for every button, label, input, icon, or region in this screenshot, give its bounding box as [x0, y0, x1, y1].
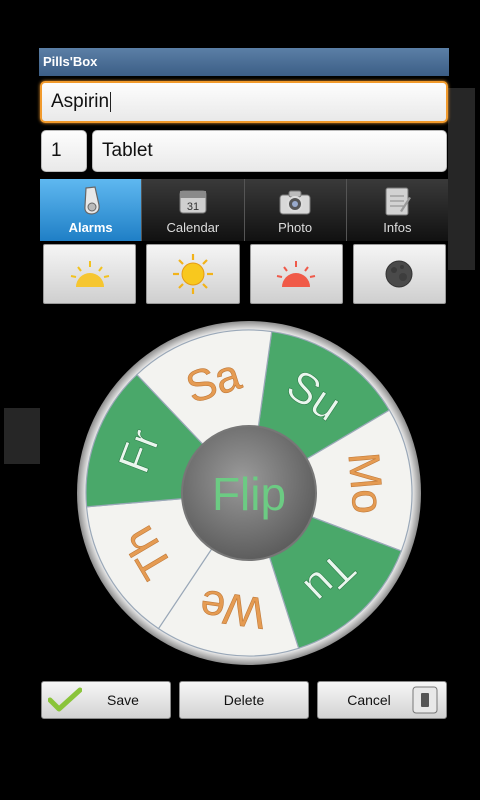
day-label-we: We [197, 580, 268, 638]
unit-value: Tablet [102, 140, 153, 161]
calendar-day: 31 [187, 201, 199, 213]
check-icon [48, 687, 82, 712]
save-label: Save [107, 692, 139, 708]
unit-input[interactable]: Tablet [92, 130, 447, 172]
sunset-icon [276, 261, 316, 287]
camera-icon [279, 190, 311, 215]
calendar-icon: 31 [179, 190, 207, 214]
tab-alarms[interactable]: Alarms [40, 179, 143, 241]
cancel-button[interactable]: Cancel [317, 681, 447, 719]
phone-icon [412, 686, 438, 714]
delete-label: Delete [223, 692, 265, 708]
tab-label: Infos [383, 220, 412, 235]
quantity-value: 1 [51, 140, 62, 161]
quantity-input[interactable]: 1 [41, 130, 87, 172]
tab-infos[interactable]: Infos [346, 179, 448, 241]
delete-button[interactable]: Delete [179, 681, 309, 719]
action-bar: Save Delete Cancel [40, 681, 448, 719]
night-button[interactable] [352, 244, 446, 304]
save-button[interactable]: Save [41, 681, 171, 719]
tab-calendar[interactable]: 31 Calendar [142, 179, 245, 241]
tab-photo[interactable]: Photo [244, 179, 347, 241]
morning-button[interactable] [43, 244, 137, 304]
day-wheel: SuMoTuWeThFrSa Flip [77, 321, 421, 665]
background-shadow [448, 88, 475, 270]
medicine-name-input[interactable]: Aspirin [40, 81, 448, 123]
evening-button[interactable] [249, 244, 343, 304]
noon-button[interactable] [146, 244, 240, 304]
cancel-label: Cancel [347, 692, 391, 708]
flip-label: Flip [212, 468, 286, 520]
notepad-icon [385, 187, 412, 216]
whistle-icon [83, 186, 100, 215]
time-of-day-row [43, 244, 446, 304]
tab-label: Calendar [166, 220, 220, 235]
tab-label: Alarms [68, 220, 113, 235]
background-shadow [4, 408, 40, 464]
moon-icon [385, 260, 413, 288]
text-caret [110, 92, 112, 112]
medicine-name-value: Aspirin [51, 91, 110, 112]
app-title: Pills'Box [39, 48, 449, 76]
day-label-mo: Mo [339, 451, 393, 516]
tab-bar: Alarms 31 Calendar Photo Infos [40, 179, 448, 241]
tab-label: Photo [278, 220, 313, 235]
sun-icon [172, 254, 213, 294]
sunrise-icon [70, 261, 109, 287]
